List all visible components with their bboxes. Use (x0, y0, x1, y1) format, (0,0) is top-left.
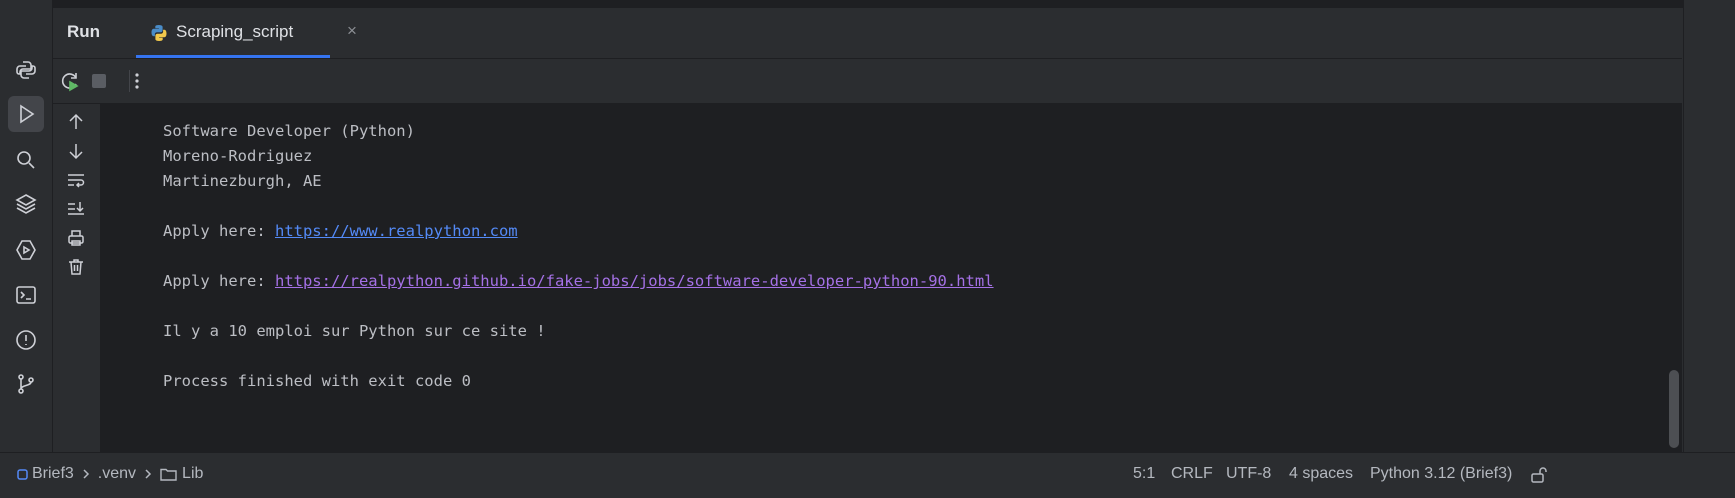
soft-wrap-icon (68, 174, 85, 188)
run-panel: Run Scraping_script × Software Developer… (53, 8, 1682, 452)
chevron-right-icon (83, 469, 89, 479)
console-side-toolbar (53, 104, 101, 452)
scroll-to-end-icon (68, 202, 84, 215)
scroll-down-button[interactable] (63, 138, 89, 164)
run-toolbar (53, 59, 1682, 104)
line-separator[interactable]: CRLF (1171, 465, 1213, 483)
apply-prefix: Apply here: (163, 272, 275, 290)
soft-wrap-button[interactable] (63, 167, 89, 193)
more-options-button[interactable] (125, 69, 149, 93)
git-tool-button[interactable] (8, 366, 44, 402)
console-line: Process finished with exit code 0 (163, 372, 471, 390)
layers-tool-button[interactable] (8, 186, 44, 222)
chevron-right-icon (145, 469, 152, 479)
print-icon (68, 230, 84, 246)
tab-label: Scraping_script (176, 22, 294, 41)
stop-icon (92, 74, 106, 88)
right-toolbar (1683, 0, 1735, 452)
stop-button[interactable] (87, 69, 111, 93)
problems-tool-button[interactable] (8, 322, 44, 358)
search-icon (17, 151, 35, 169)
trash-icon (69, 259, 83, 275)
lock-icon[interactable] (1530, 466, 1548, 484)
rerun-icon (61, 73, 79, 92)
tool-window-title: Run (67, 22, 101, 41)
print-button[interactable] (63, 225, 89, 251)
console-line: Il y a 10 emploi sur Python sur ce site … (163, 322, 546, 340)
python-file-icon (151, 25, 167, 41)
console-line: Apply here: https://www.realpython.com (163, 222, 518, 240)
python-interpreter[interactable]: Python 3.12 (Brief3) (1370, 465, 1512, 483)
apply-prefix: Apply here: (163, 222, 275, 240)
tab-scraping-script[interactable]: Scraping_script × (136, 8, 357, 58)
git-branch-icon (18, 374, 34, 394)
arrow-up-icon (69, 113, 83, 129)
arrow-down-icon (69, 144, 83, 160)
job-link[interactable]: https://www.realpython.com (275, 222, 518, 240)
module-icon (17, 468, 28, 480)
layers-icon (15, 194, 37, 214)
play-icon (20, 104, 35, 124)
file-encoding[interactable]: UTF-8 (1226, 465, 1271, 483)
console-line: Apply here: https://realpython.github.io… (163, 272, 994, 290)
more-vertical-icon (135, 73, 139, 89)
terminal-icon (16, 286, 36, 304)
caret-position[interactable]: 5:1 (1133, 465, 1155, 483)
console-output[interactable]: Software Developer (Python) Moreno-Rodri… (101, 104, 1682, 452)
status-bar: Brief3 .venv Lib 5:1 CRLF UTF-8 4 spaces… (0, 452, 1735, 498)
terminal-tool-button[interactable] (8, 277, 44, 313)
rerun-button[interactable] (58, 69, 82, 93)
console-line: Martinezburgh, AE (163, 172, 322, 190)
console-line: Software Developer (Python) (163, 122, 415, 140)
scroll-to-end-button[interactable] (63, 196, 89, 222)
left-toolbar (0, 0, 53, 452)
breadcrumb-venv[interactable]: .venv (98, 465, 136, 483)
python-icon (16, 61, 36, 79)
run-tool-button[interactable] (8, 96, 44, 132)
job-link[interactable]: https://realpython.github.io/fake-jobs/j… (275, 272, 994, 290)
editor-edge (0, 0, 1735, 8)
python-console-button[interactable] (8, 52, 44, 88)
services-icon (16, 240, 36, 260)
run-tab-bar: Run Scraping_script × (53, 8, 1682, 59)
clear-all-button[interactable] (63, 254, 89, 280)
scroll-up-button[interactable] (63, 109, 89, 135)
warning-circle-icon (16, 330, 36, 350)
breadcrumb-project[interactable]: Brief3 (32, 465, 74, 483)
search-tool-button[interactable] (8, 142, 44, 178)
console-line: Moreno-Rodriguez (163, 147, 313, 165)
close-icon[interactable]: × (347, 21, 357, 41)
indent-setting[interactable]: 4 spaces (1289, 465, 1353, 483)
vertical-scrollbar[interactable] (1669, 370, 1679, 448)
services-tool-button[interactable] (8, 232, 44, 268)
breadcrumb-lib[interactable]: Lib (182, 465, 203, 483)
breadcrumb: Brief3 .venv Lib (17, 465, 203, 483)
folder-icon (160, 468, 177, 481)
